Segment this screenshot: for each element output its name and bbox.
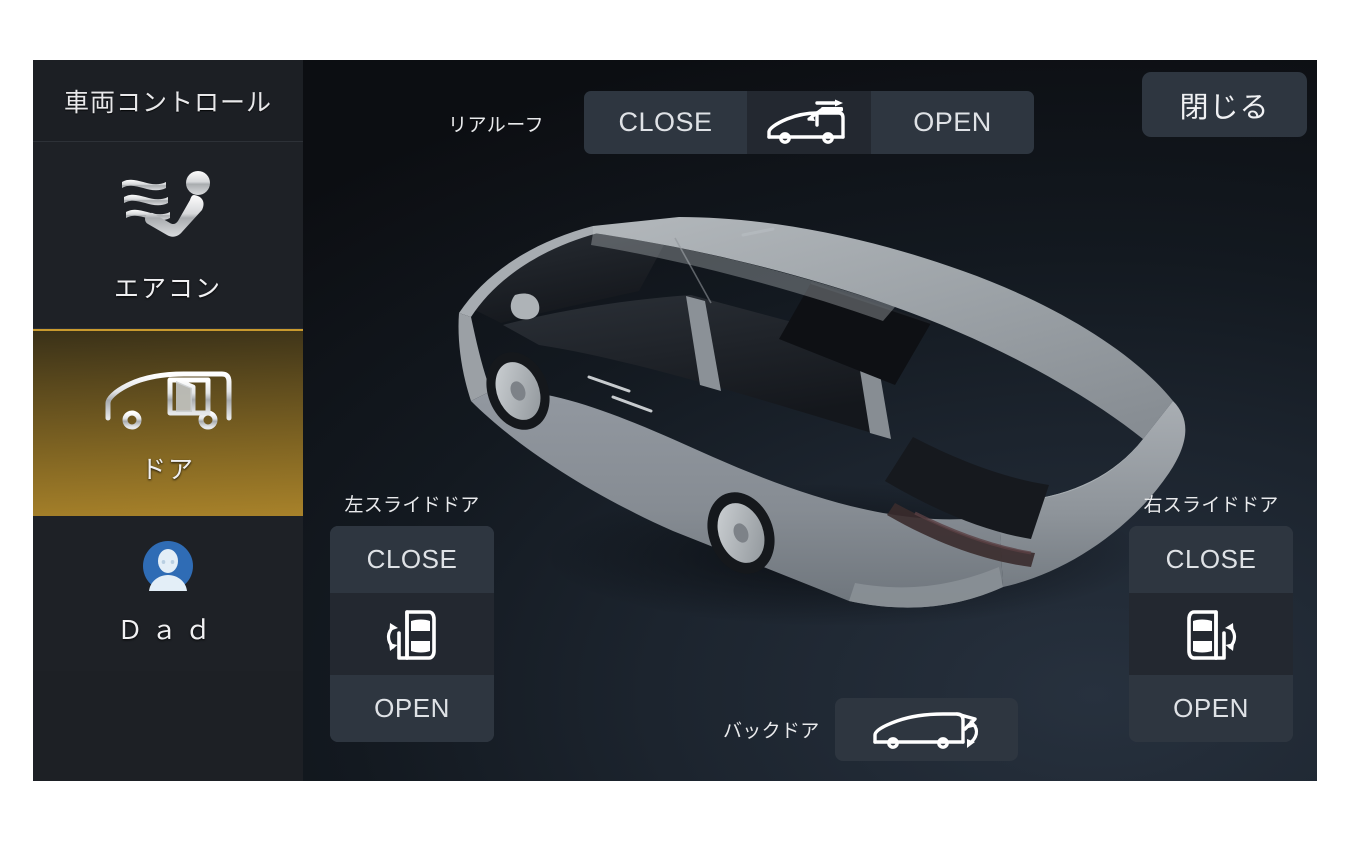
sidebar-item-aircon[interactable]: エアコン	[33, 142, 303, 329]
car-door-icon	[98, 361, 238, 440]
rear-roof-close-button[interactable]: CLOSE	[584, 91, 747, 154]
sidebar-item-label-door: ドア	[140, 456, 195, 484]
main-stage: リアルーフ CLOSE OPEN 閉じる 左スライドドア CLOSE OPEN …	[303, 60, 1317, 781]
rear-roof-label: リアルーフ	[448, 115, 545, 136]
left-sliding-door-control-group: CLOSE OPEN	[330, 526, 494, 742]
sidebar-item-door[interactable]: ドア	[33, 329, 303, 516]
sidebar-title: 車両コントロール	[33, 60, 303, 142]
rear-roof-open-button[interactable]: OPEN	[871, 91, 1034, 154]
sidebar-item-label-profile: Ｄａｄ	[116, 614, 219, 645]
right-sliding-door-open-button[interactable]: OPEN	[1129, 675, 1293, 742]
top-control-bar: リアルーフ CLOSE OPEN 閉じる	[303, 60, 1317, 155]
left-sliding-door-panel: 左スライドドア CLOSE OPEN	[330, 490, 494, 742]
left-sliding-door-close-button[interactable]: CLOSE	[330, 526, 494, 593]
user-avatar-icon	[143, 540, 193, 596]
vehicle-control-screen: 車両コントロール エアコン ドア Ｄａｄ リアルーフ CLOSE OPEN 閉じ…	[33, 60, 1317, 781]
right-sliding-door-panel: 右スライドドア CLOSE OPEN	[1129, 490, 1293, 742]
seat-airflow-icon	[116, 166, 221, 259]
close-button[interactable]: 閉じる	[1142, 72, 1307, 137]
back-door-control: バックドア	[723, 698, 1018, 761]
sliding-door-left-icon[interactable]	[330, 593, 494, 675]
right-sliding-door-close-button[interactable]: CLOSE	[1129, 526, 1293, 593]
left-sliding-door-label: 左スライドドア	[344, 495, 480, 516]
car-sunroof-icon[interactable]	[747, 91, 871, 154]
minivan-3d-render	[443, 195, 1203, 627]
rear-roof-control-group: CLOSE OPEN	[584, 91, 1034, 154]
right-sliding-door-control-group: CLOSE OPEN	[1129, 526, 1293, 742]
back-door-icon[interactable]	[834, 698, 1018, 761]
sidebar: 車両コントロール エアコン ドア Ｄａｄ	[33, 60, 303, 781]
back-door-label: バックドア	[723, 721, 820, 742]
sidebar-item-label-aircon: エアコン	[113, 274, 222, 303]
left-sliding-door-open-button[interactable]: OPEN	[330, 675, 494, 742]
sliding-door-right-icon[interactable]	[1129, 593, 1293, 675]
sidebar-item-profile[interactable]: Ｄａｄ	[33, 516, 303, 671]
right-sliding-door-label: 右スライドドア	[1143, 495, 1279, 516]
